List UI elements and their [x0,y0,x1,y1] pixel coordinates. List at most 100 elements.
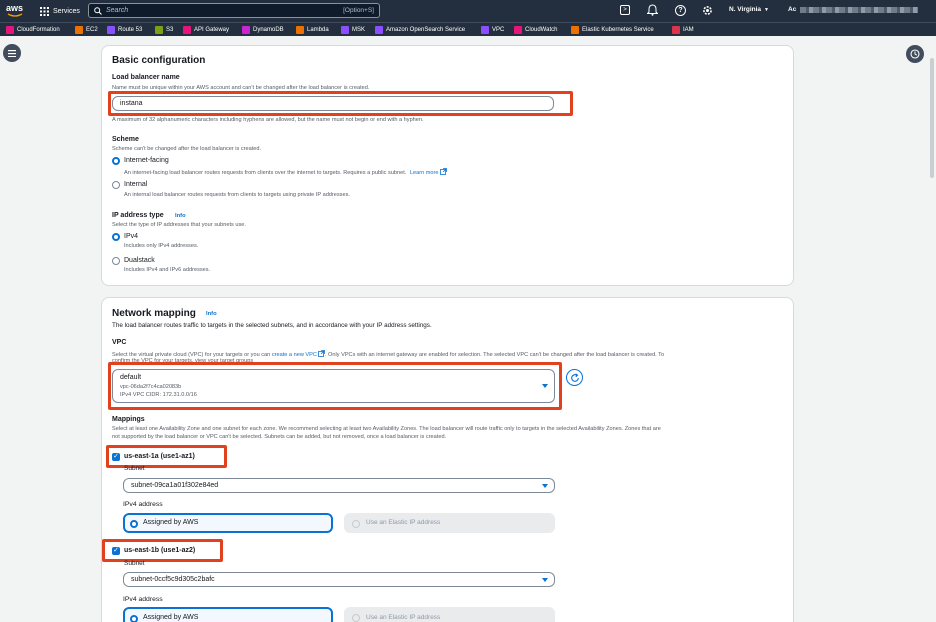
load-balancer-name-hint: A maximum of 32 alphanumeric characters … [112,117,424,123]
vpc-label: VPC [112,339,127,346]
ec2-icon [75,26,83,34]
vpc-highlight [108,362,562,410]
help-icon[interactable]: ? [675,5,686,16]
caret-down-icon [542,578,548,582]
cloudshell-icon[interactable]: > [620,5,630,15]
ipv4-radio[interactable] [112,233,120,241]
dualstack-label: Dualstack [124,257,155,264]
api-gateway-icon [183,26,191,34]
internal-radio[interactable] [112,181,120,189]
zone-us-east-1a-subnet-label: Subnet [124,465,145,472]
internet-facing-description: An internet-facing load balancer routes … [124,168,447,176]
page-scrollbar[interactable] [930,58,934,178]
zone-us-east-1a-elastic-ip-option: Use an Elastic IP address [344,513,555,533]
internal-description: An internal load balancer routes request… [124,192,350,198]
vpc-description: Select the virtual private cloud (VPC) f… [112,350,665,358]
favorite-vpc[interactable]: VPC [481,25,504,35]
network-mapping-description: The load balancer routes traffic to targ… [112,322,432,329]
zone-us-east-1a-assigned-by-aws-option[interactable]: Assigned by AWS [123,513,333,533]
learn-more-link[interactable]: Learn more [410,170,439,176]
dualstack-description: Includes IPv4 and IPv6 addresses. [124,267,211,273]
services-menu[interactable]: Services [40,5,80,17]
hamburger-icon [8,49,16,57]
caret-down-icon [542,484,548,488]
dynamodb-icon [242,26,250,34]
refresh-vpc-button[interactable] [566,369,583,386]
mappings-description: Select at least one Availability Zone an… [112,426,661,432]
assigned-by-aws-radio [130,614,138,622]
favorite-msk[interactable]: MSK [341,25,365,35]
bell-icon[interactable] [647,4,658,16]
zone-us-east-1b-elastic-ip-option: Use an Elastic IP address [344,607,555,622]
favorite-opensearch[interactable]: Amazon OpenSearch Service [375,25,465,35]
scheme-label: Scheme [112,136,139,143]
network-mapping-info-link[interactable]: Info [206,311,217,317]
favorite-cloudwatch[interactable]: CloudWatch [514,25,557,35]
mappings-label: Mappings [112,416,145,423]
zone-us-east-1b-subnet-label: Subnet [124,560,145,567]
favorite-eks[interactable]: Elastic Kubernetes Service [571,25,654,35]
assigned-by-aws-radio [130,519,138,528]
ip-address-type-info-link[interactable]: Info [175,213,186,219]
vpc-icon [481,26,489,34]
ip-address-type-label: IP address type [112,212,164,219]
gear-icon[interactable] [702,5,713,16]
aws-logo[interactable]: aws [6,3,26,17]
search-input[interactable]: Search [Option+S] [88,3,380,18]
s3-icon [155,26,163,34]
cloudwatch-icon [514,26,522,34]
clock-icon [910,49,920,59]
caret-down-icon: ▼ [764,6,769,13]
zone-us-east-1b-ipv4-label: IPv4 address [123,596,163,603]
basic-configuration-panel [101,45,794,286]
load-balancer-name-label: Load balancer name [112,74,180,81]
account-menu[interactable]: Ac [788,6,919,13]
favorite-iam[interactable]: IAM [672,25,694,35]
ip-address-type-description: Select the type of IP addresses that you… [112,222,246,228]
route53-icon [107,26,115,34]
ipv4-label: IPv4 [124,233,139,240]
favorite-ec2[interactable]: EC2 [75,25,98,35]
cloudformation-icon [6,26,14,34]
eks-icon [571,26,579,34]
region-selector[interactable]: N. Virginia ▼ [729,6,769,13]
favorites-bar: CloudFormation EC2 Route 53 S3 API Gatew… [0,22,936,36]
ipv4-description: Includes only IPv4 addresses. [124,243,199,249]
zone-us-east-1b-highlight [102,539,223,562]
zone-us-east-1b-subnet-select[interactable]: subnet-0ccf5c9d305c2bafc [123,572,555,587]
elastic-ip-radio [352,519,360,528]
create-vpc-link[interactable]: create a new VPC [272,352,317,358]
msk-icon [341,26,349,34]
lambda-icon [296,26,304,34]
search-icon [94,7,102,15]
zone-us-east-1b-assigned-by-aws-option[interactable]: Assigned by AWS [123,607,333,622]
opensearch-icon [375,26,383,34]
zone-us-east-1a-subnet-select[interactable]: subnet-09ca1a01f302e84ed [123,478,555,493]
network-mapping-title: Network mapping [112,308,196,319]
external-link-icon [440,168,447,175]
zone-us-east-1a-ipv4-label: IPv4 address [123,501,163,508]
internal-label: Internal [124,181,148,188]
favorite-s3[interactable]: S3 [155,25,173,35]
internet-facing-radio[interactable] [112,157,120,165]
refresh-icon [570,372,579,382]
top-navigation: aws Services Search [Option+S] > ? N. Vi… [0,0,936,22]
favorite-api-gateway[interactable]: API Gateway [183,25,229,35]
favorite-lambda[interactable]: Lambda [296,25,329,35]
favorite-dynamodb[interactable]: DynamoDB [242,25,284,35]
external-link-icon [318,350,325,357]
iam-icon [672,26,680,34]
account-redaction [800,6,919,13]
elastic-ip-radio [352,614,360,622]
favorite-route53[interactable]: Route 53 [107,25,142,35]
favorite-cloudformation[interactable]: CloudFormation [6,25,60,35]
history-button[interactable] [906,45,924,63]
dualstack-radio[interactable] [112,257,120,265]
basic-configuration-title: Basic configuration [112,55,206,66]
smile-icon [7,13,23,17]
grid-icon [40,6,49,16]
menu-toggle-button[interactable] [3,44,21,62]
scheme-description: Scheme can't be changed after the load b… [112,146,262,152]
name-highlight [108,91,573,116]
mappings-description-continued: not supported by the load balancer or VP… [112,434,447,440]
